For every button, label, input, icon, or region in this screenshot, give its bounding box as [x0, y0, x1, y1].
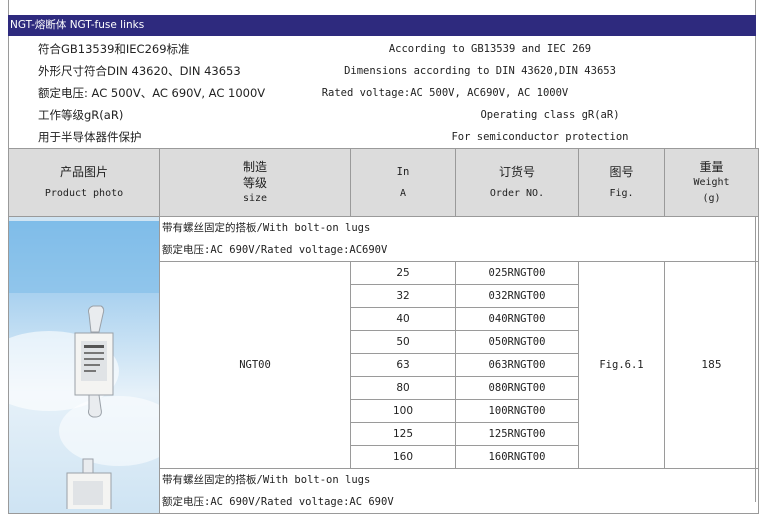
group2-notes: 带有螺丝固定的搭板/With bolt-on lugs 额定电压:AC 690V… [159, 468, 759, 514]
header-in: In A [350, 148, 456, 217]
spec-en-application: For semiconductor protection [451, 131, 629, 143]
order-number-cell: 080RNGT00 [455, 376, 579, 400]
order-number-cell: 160RNGT00 [455, 445, 579, 469]
product-table: 产品图片 Product photo 制造 等级 size In A 订货号 O… [8, 148, 759, 514]
product-photo [8, 216, 160, 514]
rating-cell: 32 [350, 284, 456, 308]
rating-cell: 100 [350, 399, 456, 423]
spec-en-class: Operating class gR(aR) [480, 109, 620, 121]
table-header-row: 产品图片 Product photo 制造 等级 size In A 订货号 O… [8, 148, 759, 217]
group1-size: NGT00 [159, 261, 351, 469]
group1-notes: 带有螺丝固定的搭板/With bolt-on lugs 额定电压:AC 690V… [159, 216, 759, 262]
spec-cn-voltage: 额定电压: AC 500V、AC 690V, AC 1000V [38, 86, 266, 100]
rating-cell: 50 [350, 330, 456, 354]
spec-en-dimensions: Dimensions according to DIN 43620,DIN 43… [344, 65, 616, 77]
spec-cn-application: 用于半导体器件保护 [38, 130, 142, 144]
rating-cell: 125 [350, 422, 456, 446]
fuse-photo-image [9, 221, 159, 509]
order-number-cell: 063RNGT00 [455, 353, 579, 377]
spec-cn-dimensions: 外形尺寸符合DIN 43620、DIN 43653 [38, 64, 241, 78]
group1-weight: 185 [664, 261, 759, 469]
spec-cn-standard: 符合GB13539和IEC269标准 [38, 42, 190, 56]
order-number-cell: 025RNGT00 [455, 261, 579, 285]
spec-en-voltage: Rated voltage:AC 500V, AC690V, AC 1000V [321, 87, 569, 99]
group1-note-lugs: 带有螺丝固定的搭板/With bolt-on lugs [162, 222, 371, 234]
header-weight: 重量 Weight (g) [664, 148, 759, 217]
spec-cn-class: 工作等级gR(aR) [38, 108, 124, 122]
order-number-cell: 040RNGT00 [455, 307, 579, 331]
header-photo: 产品图片 Product photo [8, 148, 160, 217]
spec-en-standard: According to GB13539 and IEC 269 [388, 43, 592, 55]
order-number-cell: 032RNGT00 [455, 284, 579, 308]
section-title-bar: NGT-熔断体 NGT-fuse links [8, 15, 756, 36]
rating-cell: 80 [350, 376, 456, 400]
group2-note-voltage: 额定电压:AC 690V/Rated voltage:AC 690V [162, 496, 394, 508]
header-order: 订货号 Order NO. [455, 148, 579, 217]
group1-note-row: 带有螺丝固定的搭板/With bolt-on lugs 额定电压:AC 690V… [8, 216, 759, 514]
order-number-cell: 125RNGT00 [455, 422, 579, 446]
header-fig: 图号 Fig. [578, 148, 665, 217]
header-size: 制造 等级 size [159, 148, 351, 217]
order-number-cell: 050RNGT00 [455, 330, 579, 354]
group1-note-voltage: 额定电压:AC 690V/Rated voltage:AC690V [162, 244, 388, 256]
rating-cell: 63 [350, 353, 456, 377]
rating-cell: 160 [350, 445, 456, 469]
rating-cell: 25 [350, 261, 456, 285]
section-title: NGT-熔断体 NGT-fuse links [10, 19, 145, 31]
order-number-cell: 100RNGT00 [455, 399, 579, 423]
group1-fig: Fig.6.1 [578, 261, 665, 469]
rating-cell: 40 [350, 307, 456, 331]
group2-note-lugs: 带有螺丝固定的搭板/With bolt-on lugs [162, 474, 371, 486]
